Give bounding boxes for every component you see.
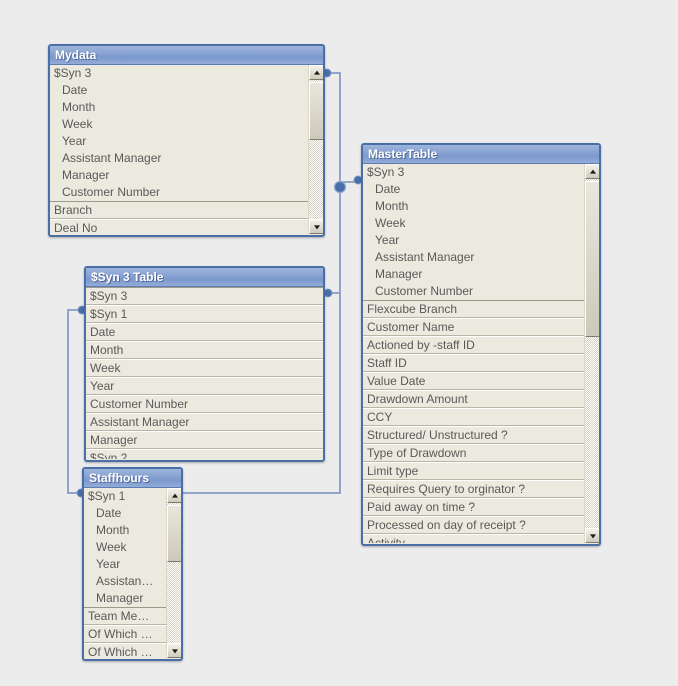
field-row[interactable]: Manager xyxy=(363,266,584,283)
field-rows: $Syn 1 Date Month Week Year Assistan… Manager T… xyxy=(84,488,166,658)
association-line xyxy=(328,187,341,294)
field-row[interactable]: Staff ID xyxy=(363,354,584,372)
triangle-down-icon[interactable] xyxy=(585,528,599,543)
field-row[interactable]: Date xyxy=(84,505,166,522)
field-row[interactable]: Week xyxy=(50,116,308,133)
field-rows: $Syn 3 Date Month Week Year Assistant Manager… xyxy=(50,65,308,234)
field-row[interactable]: Date xyxy=(363,181,584,198)
triangle-up-icon[interactable] xyxy=(309,65,323,80)
field-row[interactable]: CCY xyxy=(363,408,584,426)
field-row[interactable]: Year xyxy=(84,556,166,573)
field-row[interactable]: Customer Number xyxy=(50,184,308,201)
field-rows: $Syn 3 $Syn 1 Date Month Week Year Customer Nu… xyxy=(86,287,323,459)
vertical-scrollbar[interactable] xyxy=(166,488,181,658)
field-row[interactable]: Assistant Manager xyxy=(363,249,584,266)
field-row[interactable]: Assistant Manager xyxy=(50,150,308,167)
field-row[interactable]: $Syn 2 xyxy=(86,449,323,459)
table-panel-mydata[interactable]: Mydata $Syn 3 Date Month Week Year Assistant M… xyxy=(48,44,325,237)
vertical-scrollbar[interactable] xyxy=(308,65,323,234)
field-rows: $Syn 3 Date Month Week Year Assistant Manager… xyxy=(363,164,584,543)
field-row[interactable]: $Syn 1 xyxy=(84,488,166,505)
association-line xyxy=(67,309,82,494)
field-row[interactable]: Customer Name xyxy=(363,318,584,336)
association-line xyxy=(327,72,358,183)
field-row[interactable]: Of Which … xyxy=(84,643,166,658)
field-row[interactable]: Customer Number xyxy=(363,283,584,300)
field-row[interactable]: $Syn 3 xyxy=(363,164,584,181)
table-title-staffhours[interactable]: Staffhours xyxy=(84,469,181,488)
field-row[interactable]: Week xyxy=(86,359,323,377)
field-row[interactable]: Month xyxy=(86,341,323,359)
field-row[interactable]: Flexcube Branch xyxy=(363,300,584,318)
field-row[interactable]: Assistant Manager xyxy=(86,413,323,431)
table-field-list-mydata: $Syn 3 Date Month Week Year Assistant Manager… xyxy=(50,65,323,234)
field-row[interactable]: Processed on day of receipt ? xyxy=(363,516,584,534)
field-row[interactable]: Year xyxy=(50,133,308,150)
field-row[interactable]: Month xyxy=(363,198,584,215)
field-row[interactable]: $Syn 3 xyxy=(86,287,323,305)
field-row[interactable]: Requires Query to orginator ? xyxy=(363,480,584,498)
field-row[interactable]: $Syn 1 xyxy=(86,305,323,323)
field-row[interactable]: Assistan… xyxy=(84,573,166,590)
field-row[interactable]: Branch xyxy=(50,201,308,219)
scrollbar-thumb[interactable] xyxy=(167,505,181,562)
field-row[interactable]: Activity xyxy=(363,534,584,543)
field-row[interactable]: Week xyxy=(84,539,166,556)
field-row[interactable]: Of Which … xyxy=(84,625,166,643)
table-title-mydata[interactable]: Mydata xyxy=(50,46,323,65)
field-row[interactable]: Value Date xyxy=(363,372,584,390)
field-row[interactable]: Date xyxy=(50,82,308,99)
field-row[interactable]: Paid away on time ? xyxy=(363,498,584,516)
field-row[interactable]: Structured/ Unstructured ? xyxy=(363,426,584,444)
field-row[interactable]: $Syn 3 xyxy=(50,65,308,82)
data-model-canvas: Mydata $Syn 3 Date Month Week Year Assistant M… xyxy=(0,0,678,686)
table-field-list-staffhours: $Syn 1 Date Month Week Year Assistan… Manager T… xyxy=(84,488,181,658)
field-row[interactable]: Date xyxy=(86,323,323,341)
scrollbar-thumb[interactable] xyxy=(309,82,323,140)
field-row[interactable]: Month xyxy=(50,99,308,116)
table-panel-staffhours[interactable]: Staffhours $Syn 1 Date Month Week Year Assista… xyxy=(82,467,183,661)
table-panel-mastertable[interactable]: MasterTable $Syn 3 Date Month Week Year Assist… xyxy=(361,143,601,546)
table-field-list-syn3table: $Syn 3 $Syn 1 Date Month Week Year Customer Nu… xyxy=(86,287,323,459)
field-row[interactable]: Manager xyxy=(86,431,323,449)
link-connector-dot[interactable] xyxy=(333,180,347,194)
field-row[interactable]: Manager xyxy=(84,590,166,607)
field-row[interactable]: Year xyxy=(363,232,584,249)
field-row[interactable]: Deal No xyxy=(50,219,308,234)
field-row[interactable]: Manager xyxy=(50,167,308,184)
field-row[interactable]: Limit type xyxy=(363,462,584,480)
vertical-scrollbar[interactable] xyxy=(584,164,599,543)
field-row[interactable]: Actioned by -staff ID xyxy=(363,336,584,354)
table-title-syn3table[interactable]: $Syn 3 Table xyxy=(86,268,323,287)
triangle-up-icon[interactable] xyxy=(585,164,599,179)
field-row[interactable]: Team Me… xyxy=(84,607,166,625)
field-row[interactable]: Type of Drawdown xyxy=(363,444,584,462)
field-row[interactable]: Month xyxy=(84,522,166,539)
field-row[interactable]: Week xyxy=(363,215,584,232)
table-field-list-mastertable: $Syn 3 Date Month Week Year Assistant Manager… xyxy=(363,164,599,543)
triangle-down-icon[interactable] xyxy=(167,643,181,658)
field-row[interactable]: Drawdown Amount xyxy=(363,390,584,408)
table-title-mastertable[interactable]: MasterTable xyxy=(363,145,599,164)
triangle-down-icon[interactable] xyxy=(309,219,323,234)
scrollbar-thumb[interactable] xyxy=(585,181,599,337)
field-row[interactable]: Year xyxy=(86,377,323,395)
field-row[interactable]: Customer Number xyxy=(86,395,323,413)
triangle-up-icon[interactable] xyxy=(167,488,181,503)
link-connector-dot[interactable] xyxy=(323,288,333,298)
table-panel-syn3table[interactable]: $Syn 3 Table $Syn 3 $Syn 1 Date Month Week Yea… xyxy=(84,266,325,462)
